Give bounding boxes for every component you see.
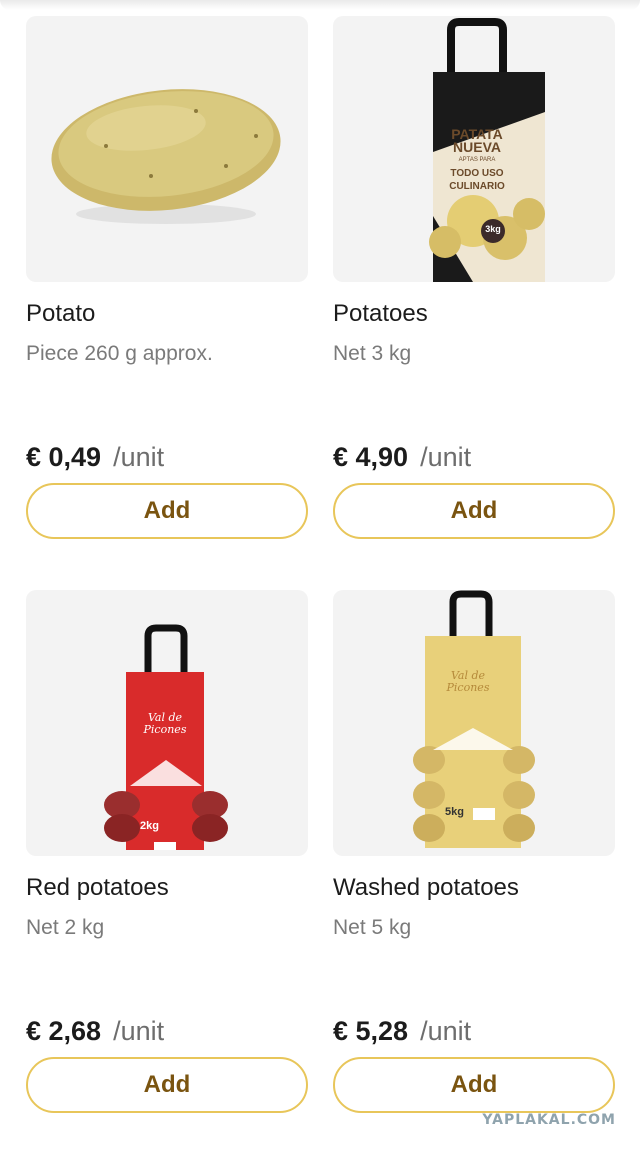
- bag-text-line: TODO USO: [450, 168, 504, 179]
- add-to-cart-button[interactable]: Add: [333, 1057, 615, 1113]
- product-image-red-potatoes[interactable]: Val de Picones 2kg: [26, 590, 308, 856]
- product-name[interactable]: Red potatoes: [26, 874, 169, 902]
- add-to-cart-button[interactable]: Add: [26, 483, 308, 539]
- product-name[interactable]: Potatoes: [333, 300, 428, 328]
- product-price: € 5,28/unit: [333, 1016, 471, 1047]
- washed-potato-bag-image: [413, 590, 535, 848]
- price-unit: /unit: [113, 1016, 165, 1046]
- bag-text-line: APTAS PARA: [458, 157, 496, 163]
- add-to-cart-button[interactable]: Add: [26, 1057, 308, 1113]
- product-card-red-potatoes[interactable]: Val de Picones 2kg Red potatoes Net 2 kg…: [26, 590, 308, 1113]
- product-price: € 2,68/unit: [26, 1016, 164, 1047]
- price-value: € 4,90: [333, 442, 409, 472]
- product-description: Net 2 kg: [26, 916, 105, 939]
- product-image-washed-potatoes[interactable]: Val de Picones 5kg: [333, 590, 615, 856]
- product-card-potatoes[interactable]: PATATA NUEVA APTAS PARA TODO USO CULINAR…: [333, 16, 615, 539]
- bag-label: PATATA NUEVA APTAS PARA TODO USO CULINAR…: [445, 127, 509, 193]
- price-value: € 2,68: [26, 1016, 102, 1046]
- top-bar-shadow: [0, 0, 640, 10]
- bag-text-line: NUEVA: [453, 139, 501, 155]
- bag-text-line: CULINARIO: [449, 181, 505, 192]
- product-description: Net 5 kg: [333, 916, 412, 939]
- price-unit: /unit: [420, 442, 472, 472]
- watermark: YAPLAKAL.COM: [482, 1112, 616, 1128]
- bag-weight-label: 2kg: [140, 820, 159, 832]
- product-card-washed-potatoes[interactable]: Val de Picones 5kg Washed potatoes Net 5…: [333, 590, 615, 1113]
- product-description: Net 3 kg: [333, 342, 412, 365]
- product-card-potato[interactable]: Potato Piece 260 g approx. € 0,49/unit A…: [26, 16, 308, 539]
- price-unit: /unit: [420, 1016, 472, 1046]
- bag-brand: Val de Picones: [446, 669, 490, 694]
- add-to-cart-button[interactable]: Add: [333, 483, 615, 539]
- price-value: € 5,28: [333, 1016, 409, 1046]
- product-image-potato[interactable]: [26, 16, 308, 282]
- product-name[interactable]: Washed potatoes: [333, 874, 519, 902]
- potato-image: [51, 89, 281, 224]
- bag-weight-label: 5kg: [445, 806, 464, 818]
- bag-brand: Val de Picones: [143, 711, 187, 736]
- bag-weight-label: 3kg: [485, 224, 501, 234]
- product-description: Piece 260 g approx.: [26, 342, 213, 365]
- product-price: € 0,49/unit: [26, 442, 164, 473]
- price-value: € 0,49: [26, 442, 102, 472]
- product-price: € 4,90/unit: [333, 442, 471, 473]
- price-unit: /unit: [113, 442, 165, 472]
- product-name[interactable]: Potato: [26, 300, 95, 328]
- product-image-potatoes[interactable]: PATATA NUEVA APTAS PARA TODO USO CULINAR…: [333, 16, 615, 282]
